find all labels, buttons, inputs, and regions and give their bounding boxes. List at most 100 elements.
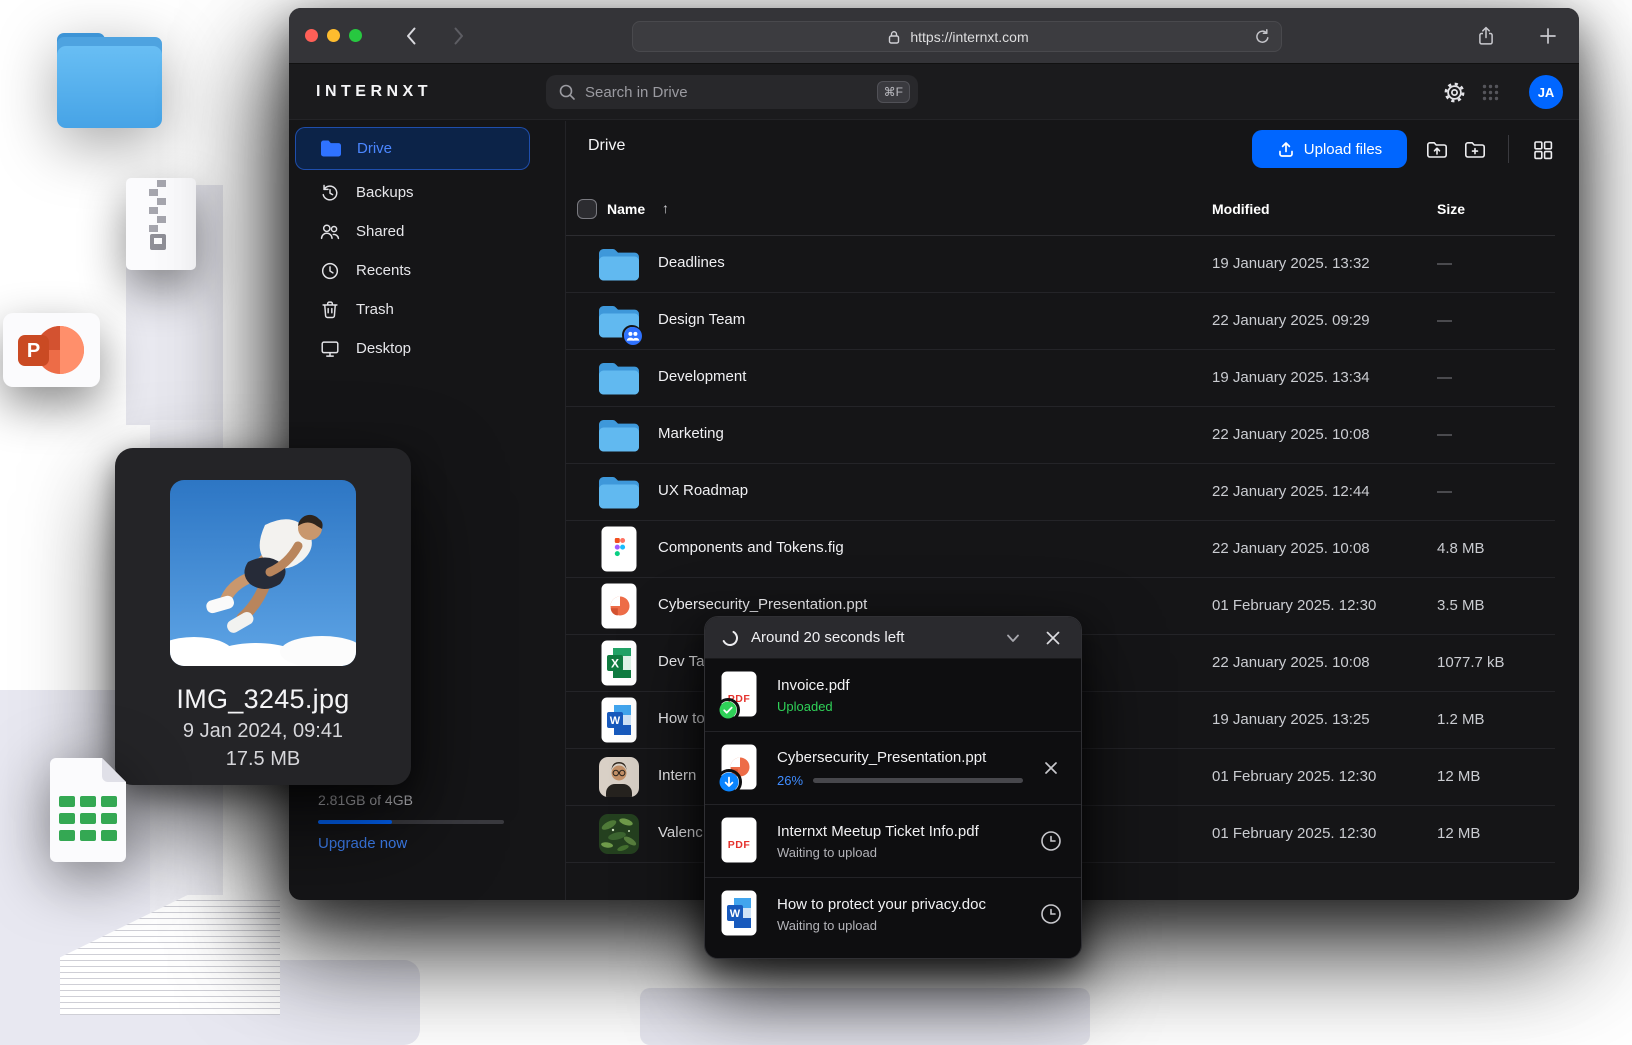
column-header-modified[interactable]: Modified <box>1212 201 1270 217</box>
minimize-window-button[interactable] <box>327 29 340 42</box>
upload-progress-popup: Around 20 seconds left PDF Invoice.pdf U… <box>704 616 1082 959</box>
browser-chrome: https://internxt.com <box>289 8 1579 64</box>
folder-icon <box>597 470 641 514</box>
chevron-down-icon[interactable] <box>1003 628 1023 648</box>
sidebar-item-label: Backups <box>356 184 414 201</box>
preview-size: 17.5 MB <box>115 748 411 771</box>
powerpoint-file-icon: P <box>3 313 100 387</box>
file-name: Development <box>658 368 746 385</box>
file-name: Marketing <box>658 425 724 442</box>
sidebar-item-recents[interactable]: Recents <box>295 251 530 290</box>
column-header-name[interactable]: Name <box>607 201 645 217</box>
file-row[interactable]: Deadlines 19 January 2025. 13:32 — <box>566 236 1555 293</box>
sidebar-item-backups[interactable]: Backups <box>295 173 530 212</box>
file-name: Design Team <box>658 311 745 328</box>
new-folder-icon[interactable] <box>1463 138 1487 162</box>
word-file-icon: W <box>597 698 641 742</box>
upload-icon <box>1277 140 1295 158</box>
file-row[interactable]: Components and Tokens.fig 22 January 202… <box>566 521 1555 578</box>
upload-item-status: Uploaded <box>777 699 1023 714</box>
file-row[interactable]: Development 19 January 2025. 13:34 — <box>566 350 1555 407</box>
grid-view-icon[interactable] <box>1531 138 1555 162</box>
url-text: https://internxt.com <box>910 29 1028 45</box>
file-name: UX Roadmap <box>658 482 748 499</box>
file-modified: 19 January 2025. 13:25 <box>1212 711 1370 728</box>
file-row[interactable]: Design Team 22 January 2025. 09:29 — <box>566 293 1555 350</box>
upload-item-name: Cybersecurity_Presentation.ppt <box>777 749 1023 766</box>
search-shortcut-badge: ⌘F <box>877 81 910 103</box>
column-header-size[interactable]: Size <box>1437 201 1465 217</box>
search-placeholder: Search in Drive <box>585 84 877 101</box>
file-modified: 01 February 2025. 12:30 <box>1212 597 1376 614</box>
back-icon[interactable] <box>401 25 423 47</box>
photo-thumbnail <box>170 480 356 666</box>
search-input[interactable]: Search in Drive ⌘F <box>546 75 918 109</box>
new-tab-icon[interactable] <box>1537 25 1559 47</box>
file-modified: 01 February 2025. 12:30 <box>1212 825 1376 842</box>
file-size: 4.8 MB <box>1437 540 1485 557</box>
upload-item: PDF Internxt Meetup Ticket Info.pdf Wait… <box>705 805 1081 878</box>
select-all-checkbox[interactable] <box>577 199 597 219</box>
sidebar-item-shared[interactable]: Shared <box>295 212 530 251</box>
traffic-lights <box>305 29 362 42</box>
sort-ascending-icon[interactable]: ↑ <box>662 200 669 216</box>
settings-gear-icon[interactable] <box>1443 81 1466 104</box>
preview-date: 9 Jan 2024, 09:41 <box>115 720 411 743</box>
upload-files-button[interactable]: Upload files <box>1252 130 1407 168</box>
share-icon[interactable] <box>1475 25 1497 47</box>
file-size: — <box>1437 369 1452 386</box>
backups-icon <box>318 181 342 205</box>
file-name: Intern <box>658 767 696 784</box>
folder-icon <box>319 137 343 161</box>
file-row[interactable]: UX Roadmap 22 January 2025. 12:44 — <box>566 464 1555 521</box>
lock-icon <box>885 28 903 46</box>
upload-item: Cybersecurity_Presentation.ppt 26% <box>705 732 1081 805</box>
svg-text:P: P <box>27 340 40 362</box>
uploading-arrow-icon <box>716 769 742 795</box>
file-size: — <box>1437 426 1452 443</box>
upload-item: W How to protect your privacy.doc Waitin… <box>705 878 1081 950</box>
storage-usage-label: 2.81GB of 4GB <box>318 792 518 808</box>
sidebar-item-label: Drive <box>357 140 392 157</box>
file-size: 12 MB <box>1437 768 1480 785</box>
toolbar-divider <box>1508 135 1509 163</box>
folder-icon <box>597 356 641 400</box>
pdf-file-icon: PDF <box>721 817 761 863</box>
file-name: Valenc <box>658 824 703 841</box>
upload-time-remaining: Around 20 seconds left <box>751 629 991 646</box>
upload-item-name: Internxt Meetup Ticket Info.pdf <box>777 823 1023 840</box>
cancel-upload-icon[interactable] <box>1042 759 1060 777</box>
waiting-clock-icon <box>1040 903 1062 925</box>
sidebar-item-desktop[interactable]: Desktop <box>295 329 530 368</box>
forward-icon[interactable] <box>447 25 469 47</box>
upload-folder-icon[interactable] <box>1425 138 1449 162</box>
avatar[interactable]: JA <box>1529 75 1563 109</box>
photo-thumbnail <box>597 812 641 856</box>
file-row[interactable]: Marketing 22 January 2025. 10:08 — <box>566 407 1555 464</box>
image-preview-card[interactable]: IMG_3245.jpg 9 Jan 2024, 09:41 17.5 MB <box>115 448 411 785</box>
background-sheet <box>640 988 1090 1045</box>
photo-thumbnail <box>597 755 641 799</box>
apps-grid-icon[interactable] <box>1482 84 1499 101</box>
search-icon <box>558 83 576 101</box>
upload-item: PDF Invoice.pdf Uploaded <box>705 659 1081 732</box>
zoom-window-button[interactable] <box>349 29 362 42</box>
sidebar-item-drive[interactable]: Drive <box>295 127 530 170</box>
address-bar[interactable]: https://internxt.com <box>632 21 1282 52</box>
file-size: 12 MB <box>1437 825 1480 842</box>
app-header: INTERNXT Search in Drive ⌘F <box>289 64 1579 120</box>
storage-widget: 2.81GB of 4GB Upgrade now <box>318 792 518 852</box>
shared-badge-icon <box>622 325 642 345</box>
file-size: 1.2 MB <box>1437 711 1485 728</box>
upgrade-now-link[interactable]: Upgrade now <box>318 835 518 852</box>
close-icon[interactable] <box>1043 628 1063 648</box>
reload-icon[interactable] <box>1252 27 1272 47</box>
close-window-button[interactable] <box>305 29 318 42</box>
file-size: — <box>1437 312 1452 329</box>
file-size: — <box>1437 255 1452 272</box>
zip-file-icon <box>126 178 196 270</box>
sidebar-item-trash[interactable]: Trash <box>295 290 530 329</box>
file-modified: 22 January 2025. 10:08 <box>1212 654 1370 671</box>
blue-folder-icon <box>57 33 162 128</box>
word-file-icon: W <box>721 890 761 936</box>
